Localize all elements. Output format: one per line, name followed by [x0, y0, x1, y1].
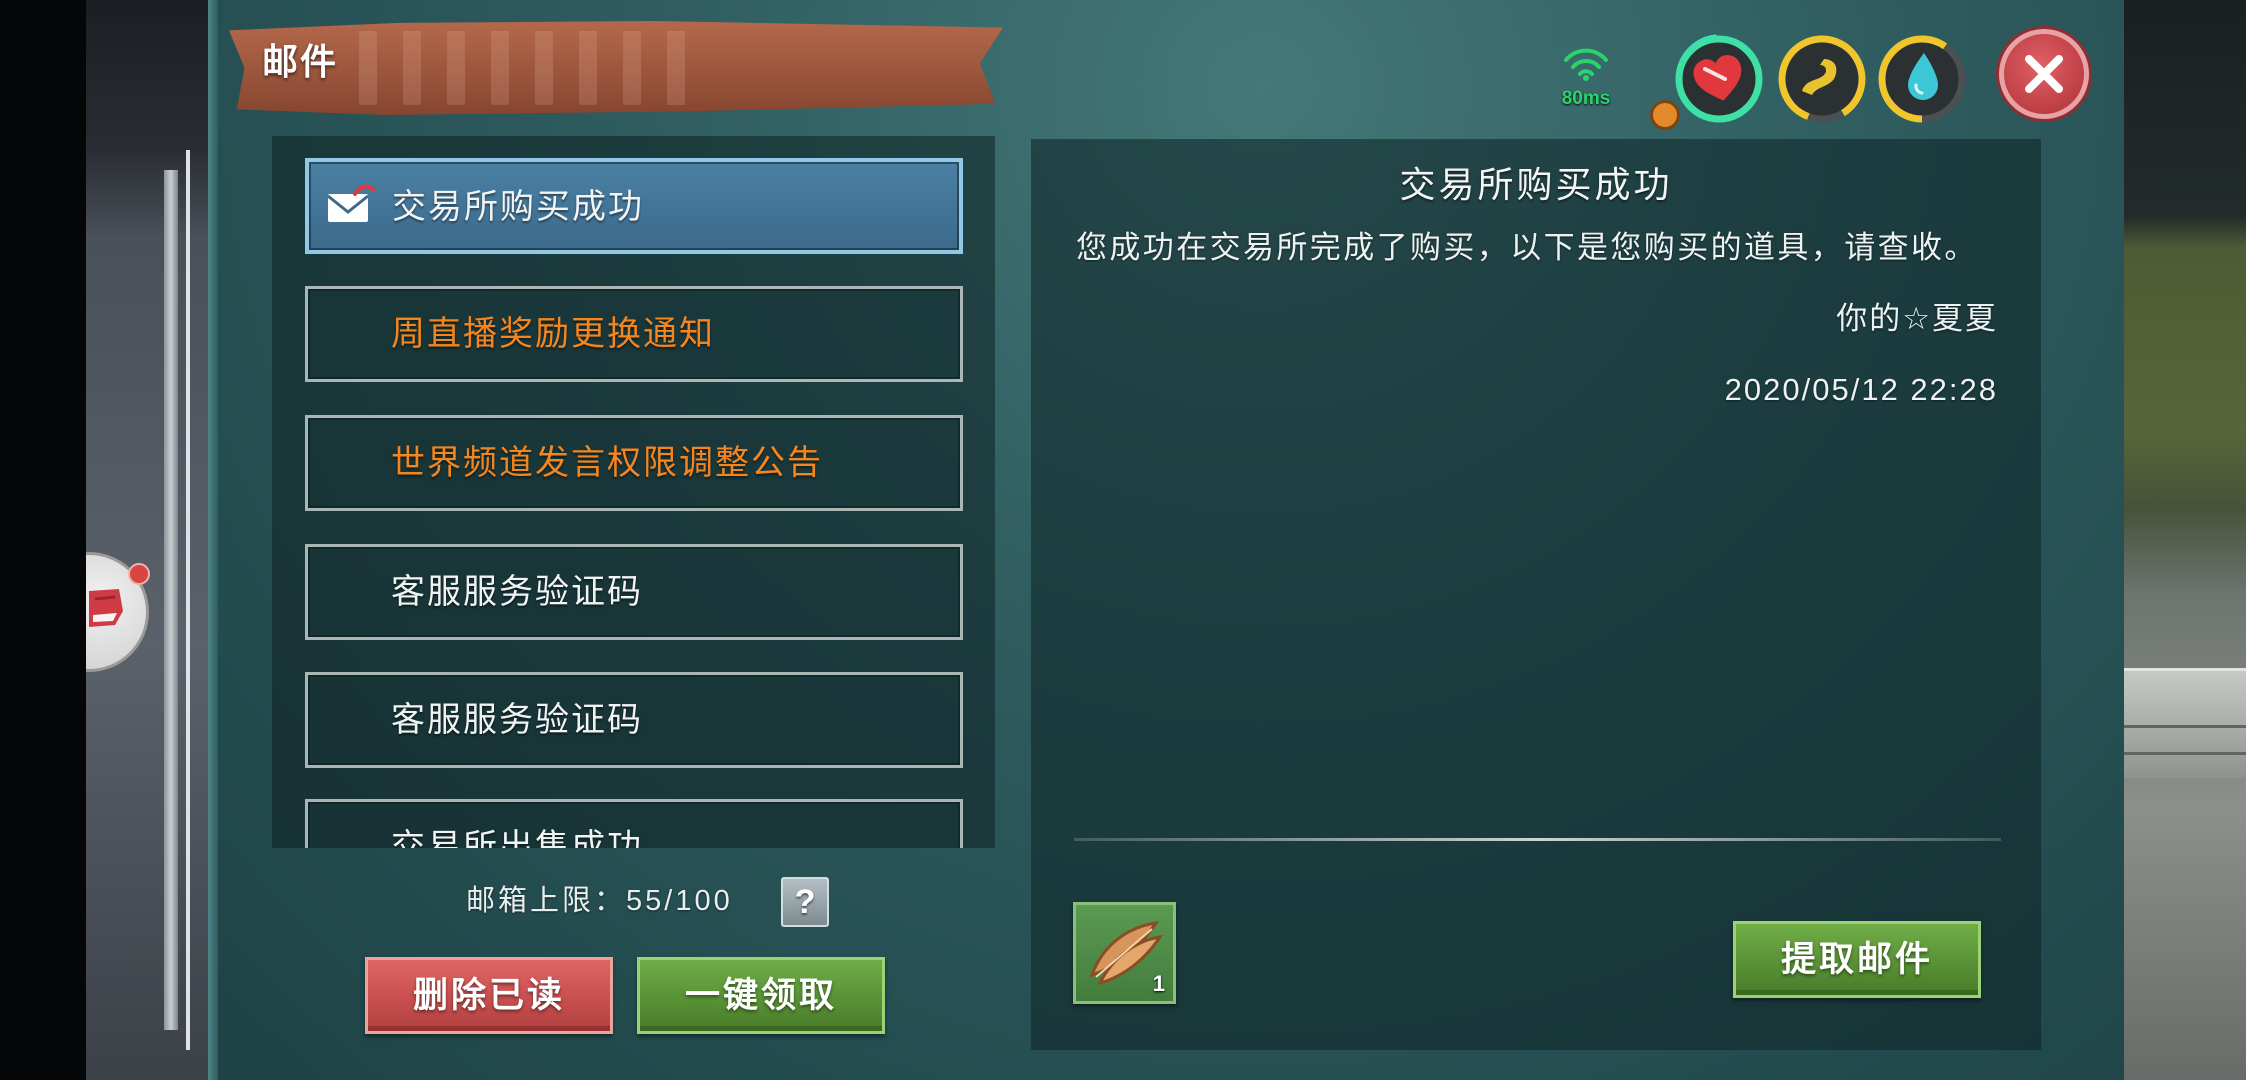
help-button[interactable]: ? — [781, 877, 829, 927]
pet-badge-icon — [1650, 100, 1680, 130]
mail-body: 您成功在交易所完成了购买，以下是您购买的道具，请查收。 — [1076, 230, 1978, 265]
mail-unread-icon — [327, 184, 375, 222]
notification-dot — [128, 563, 150, 585]
close-icon — [2025, 55, 2063, 93]
mail-list-item[interactable]: 客服服务验证码 — [305, 672, 963, 768]
mail-list-item[interactable]: 交易所出售成功 — [305, 799, 963, 848]
panel-edge — [208, 0, 218, 1080]
mailbox-limit-label: 邮箱上限： — [466, 885, 627, 917]
attachment-count: 1 — [1152, 971, 1165, 996]
thirst-gauge[interactable] — [1872, 29, 1972, 129]
divider — [1074, 838, 2001, 841]
mailbox-limit-value: 55/100 — [626, 885, 733, 917]
rail-pattern — [2124, 725, 2246, 755]
ping-label: 80ms — [1561, 88, 1611, 109]
mail-title: 交易所出售成功 — [391, 828, 643, 848]
mouth-icon — [89, 589, 123, 627]
delete-read-button[interactable]: 删除已读 — [365, 957, 613, 1034]
mail-list[interactable]: 交易所购买成功 周直播奖励更换通知 世界频道发言权限调整公告 客服服务验证码 客… — [272, 136, 995, 848]
health-gauge[interactable] — [1669, 29, 1769, 129]
mail-list-item[interactable]: 世界频道发言权限调整公告 — [305, 415, 963, 511]
claim-mail-button[interactable]: 提取邮件 — [1733, 921, 1981, 998]
mail-list-item[interactable]: 周直播奖励更换通知 — [305, 286, 963, 382]
stamina-gauge[interactable] — [1772, 29, 1872, 129]
game-scene-left — [86, 0, 208, 1080]
mail-title: 客服服务验证码 — [391, 573, 643, 611]
window-title: 邮件 — [262, 41, 339, 82]
mail-timestamp: 2020/05/12 22:28 — [1724, 372, 1998, 407]
wifi-signal-icon — [1564, 48, 1608, 81]
mail-title: 交易所购买成功 — [392, 188, 644, 226]
mail-subject: 交易所购买成功 — [1399, 164, 1673, 205]
pillar-edge — [186, 150, 190, 1050]
mail-list-item[interactable]: 交易所购买成功 — [305, 158, 963, 254]
close-button[interactable] — [1999, 29, 2089, 119]
mail-title: 周直播奖励更换通知 — [391, 315, 715, 353]
title-banner: 邮件 — [229, 21, 1003, 115]
screen-bezel — [0, 0, 86, 1080]
attachment-slot[interactable]: 1 — [1073, 902, 1176, 1004]
mail-list-item[interactable]: 客服服务验证码 — [305, 544, 963, 640]
pillar-highlight — [164, 170, 178, 1030]
mail-signature: 你的☆夏夏 — [1836, 301, 1998, 336]
claim-all-button[interactable]: 一键领取 — [637, 957, 885, 1034]
stone-rail — [2124, 668, 2246, 778]
mail-title: 客服服务验证码 — [391, 701, 643, 739]
mail-detail: 交易所购买成功 您成功在交易所完成了购买，以下是您购买的道具，请查收。 你的☆夏… — [1031, 139, 2041, 1050]
banner-pattern — [359, 31, 689, 105]
mail-title: 世界频道发言权限调整公告 — [391, 444, 823, 482]
game-scene-right — [2124, 0, 2246, 1080]
mailbox-limit: 邮箱上限：55/100 — [466, 880, 733, 922]
